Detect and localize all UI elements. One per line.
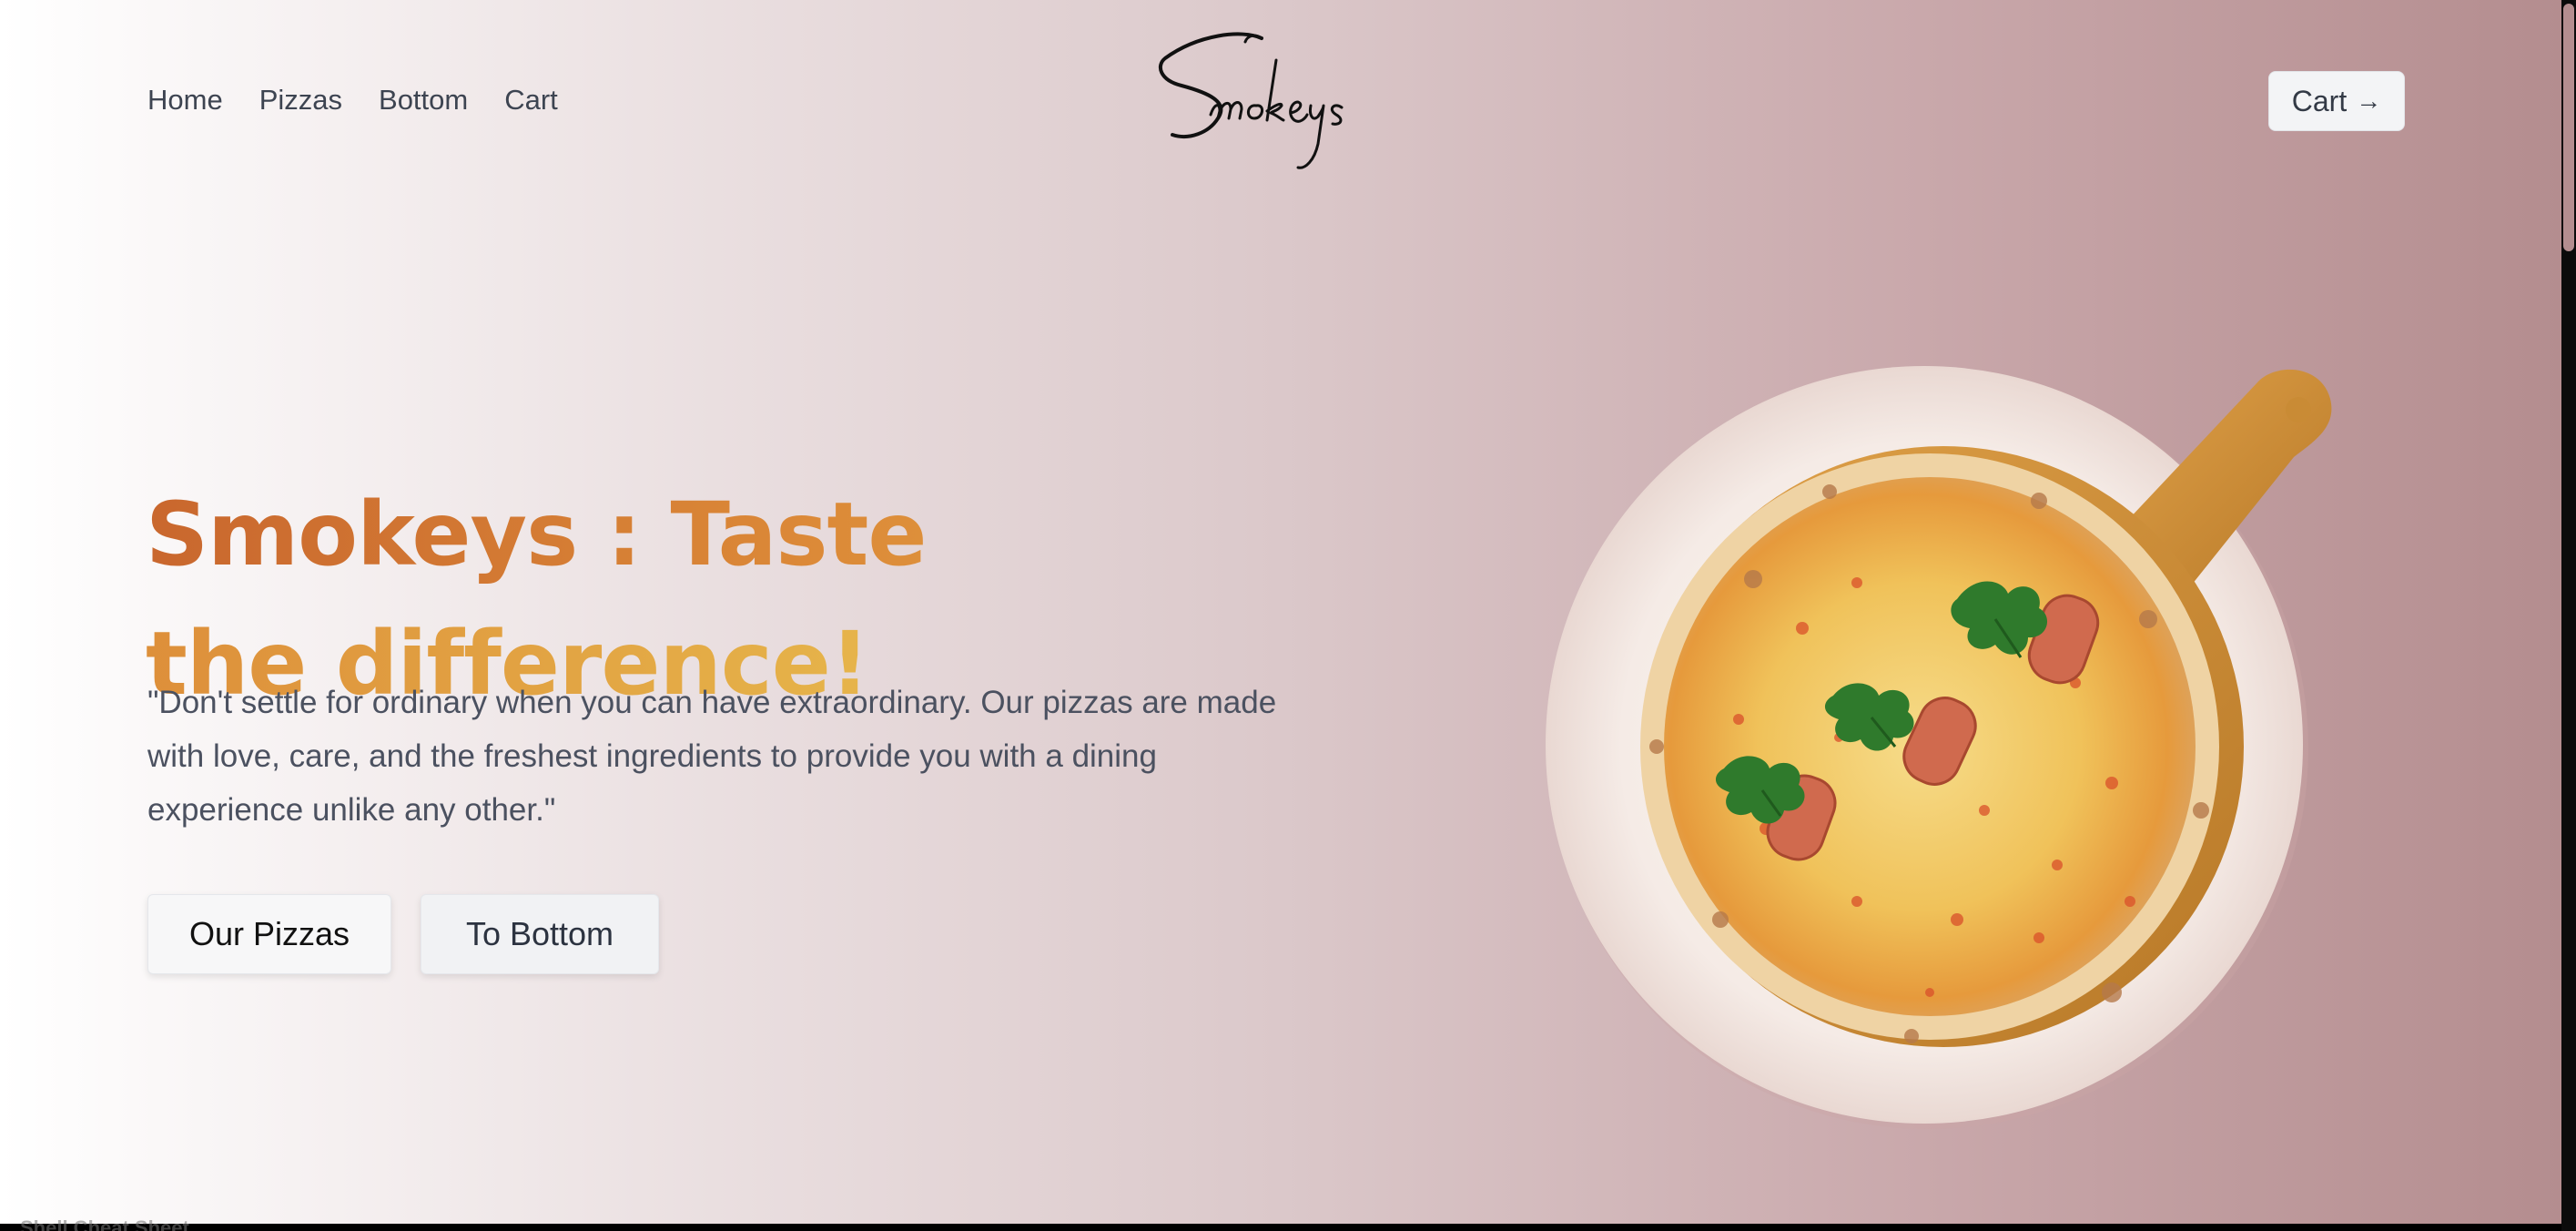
taskbar-label: Shell Cheat Sheet xyxy=(20,1216,189,1231)
cart-button[interactable]: Cart → xyxy=(2268,71,2405,131)
hero-description: "Don't settle for ordinary when you can … xyxy=(147,685,1277,828)
nav-link-home[interactable]: Home xyxy=(147,84,223,117)
pizza-on-board-image xyxy=(1546,366,2332,1129)
hero-actions: Our Pizzas To Bottom xyxy=(147,894,659,974)
to-bottom-button[interactable]: To Bottom xyxy=(421,894,659,974)
scrollbar-thumb[interactable] xyxy=(2563,4,2574,251)
landing-page: Home Pizzas Bottom Cart Cart → Smokeys :… xyxy=(0,0,2561,1224)
nav-link-bottom[interactable]: Bottom xyxy=(379,84,468,117)
cart-button-label: Cart xyxy=(2291,84,2348,117)
nav-link-cart[interactable]: Cart xyxy=(504,84,558,117)
our-pizzas-button[interactable]: Our Pizzas xyxy=(147,894,391,974)
arrow-right-icon: → xyxy=(2356,86,2382,115)
nav-link-pizzas[interactable]: Pizzas xyxy=(259,84,342,117)
main-nav: Home Pizzas Bottom Cart xyxy=(147,84,558,117)
smokeys-logo[interactable] xyxy=(1154,24,1400,178)
